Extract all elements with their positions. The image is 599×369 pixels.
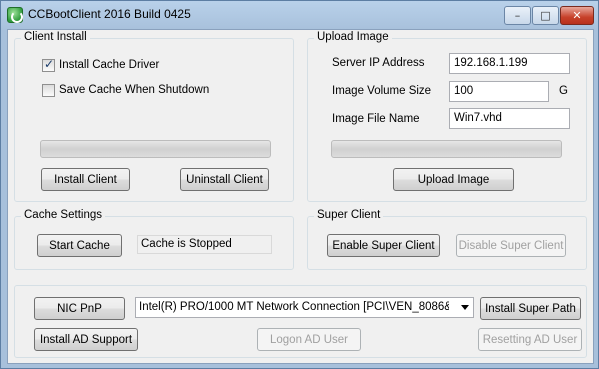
cache-status: Cache is Stopped: [137, 235, 272, 254]
upload-image-label: Upload Image: [314, 31, 392, 43]
install-cache-driver-checkbox[interactable]: [42, 57, 55, 72]
title-bar[interactable]: CCBootClient 2016 Build 0425 – □ ✕: [1, 1, 598, 29]
super-client-label: Super Client: [314, 209, 384, 221]
upload-image-group: Upload Image Server IP Address 192.168.1…: [307, 31, 587, 202]
upload-image-button[interactable]: Upload Image: [393, 168, 514, 191]
client-install-progress: [40, 140, 271, 158]
server-ip-input[interactable]: 192.168.1.199: [449, 53, 570, 74]
maximize-icon: □: [540, 9, 551, 22]
cache-settings-label: Cache Settings: [21, 209, 105, 221]
install-super-path-button[interactable]: Install Super Path: [480, 297, 581, 320]
logon-ad-user-button[interactable]: Logon AD User: [257, 328, 361, 351]
enable-super-client-button[interactable]: Enable Super Client: [327, 234, 440, 257]
client-install-group: Client Install Install Cache Driver Save…: [14, 31, 294, 202]
volume-size-unit: G: [559, 85, 568, 97]
client-install-label: Client Install: [21, 31, 90, 43]
network-adapter-select[interactable]: Intel(R) PRO/1000 MT Network Connection …: [135, 297, 474, 318]
nic-pnp-button[interactable]: NIC PnP: [34, 297, 125, 320]
install-client-button[interactable]: Install Client: [41, 168, 130, 191]
install-cache-driver-label[interactable]: Install Cache Driver: [59, 59, 159, 71]
network-adapter-value: Intel(R) PRO/1000 MT Network Connection …: [139, 301, 449, 313]
volume-size-label: Image Volume Size: [332, 85, 432, 97]
resetting-ad-user-button[interactable]: Resetting AD User: [478, 328, 582, 351]
cache-settings-group: Cache Settings Start Cache Cache is Stop…: [14, 209, 294, 270]
network-group: NIC PnP Intel(R) PRO/1000 MT Network Con…: [14, 285, 587, 358]
app-window: CCBootClient 2016 Build 0425 – □ ✕ Clien…: [0, 0, 599, 369]
start-cache-button[interactable]: Start Cache: [37, 234, 122, 257]
file-name-input[interactable]: Win7.vhd: [449, 108, 570, 129]
save-cache-checkbox[interactable]: [42, 84, 55, 97]
chevron-down-icon: [461, 305, 469, 310]
minimize-button[interactable]: –: [504, 6, 531, 25]
upload-progress: [331, 140, 562, 158]
app-icon: [7, 7, 23, 23]
volume-size-input[interactable]: 100: [449, 81, 549, 102]
uninstall-client-button[interactable]: Uninstall Client: [180, 168, 269, 191]
maximize-button[interactable]: □: [532, 6, 559, 25]
disable-super-client-button[interactable]: Disable Super Client: [456, 234, 566, 257]
server-ip-label: Server IP Address: [332, 57, 425, 69]
install-ad-support-button[interactable]: Install AD Support: [34, 328, 138, 351]
minimize-icon: –: [514, 9, 521, 22]
close-icon: ✕: [572, 9, 582, 22]
window-title: CCBootClient 2016 Build 0425: [28, 7, 191, 21]
file-name-label: Image File Name: [332, 113, 420, 125]
save-cache-label[interactable]: Save Cache When Shutdown: [59, 84, 209, 96]
client-area: Client Install Install Cache Driver Save…: [7, 29, 594, 364]
close-button[interactable]: ✕: [560, 6, 594, 25]
super-client-group: Super Client Enable Super Client Disable…: [307, 209, 587, 270]
